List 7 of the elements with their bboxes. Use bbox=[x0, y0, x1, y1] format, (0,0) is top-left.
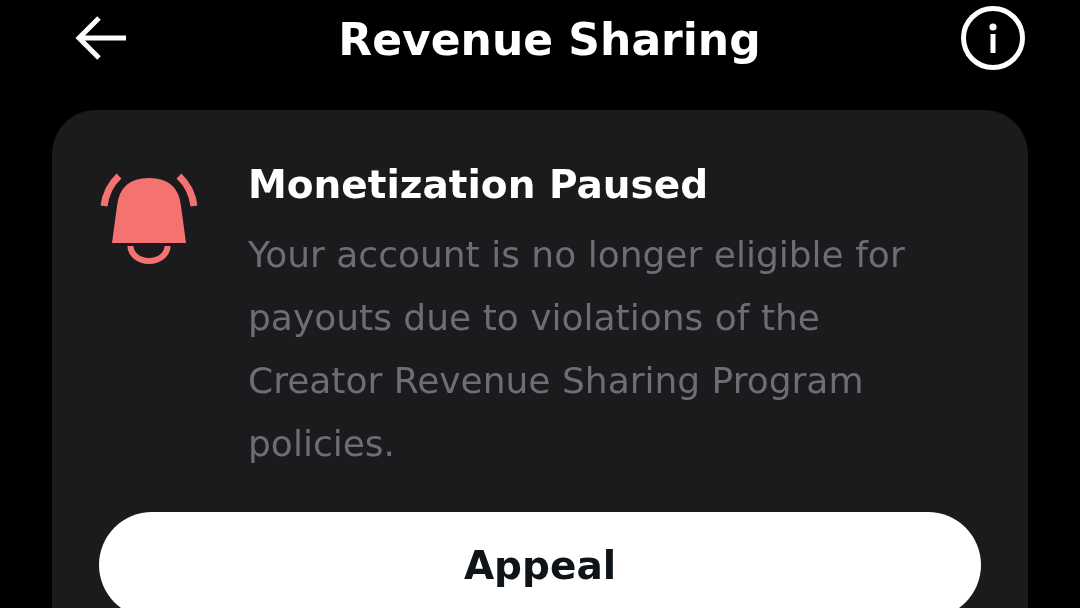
info-icon[interactable] bbox=[961, 6, 1025, 70]
appeal-button[interactable]: Appeal bbox=[99, 512, 981, 608]
notice-message: Your account is no longer eligible for payouts due to violations of the Creator Revenue Sharing Program policies. bbox=[248, 233, 906, 466]
page-title: Revenue Sharing bbox=[338, 13, 761, 67]
notice-title: Monetization Paused bbox=[248, 161, 710, 209]
back-arrow-icon[interactable] bbox=[74, 15, 128, 61]
bell-icon bbox=[100, 172, 198, 264]
